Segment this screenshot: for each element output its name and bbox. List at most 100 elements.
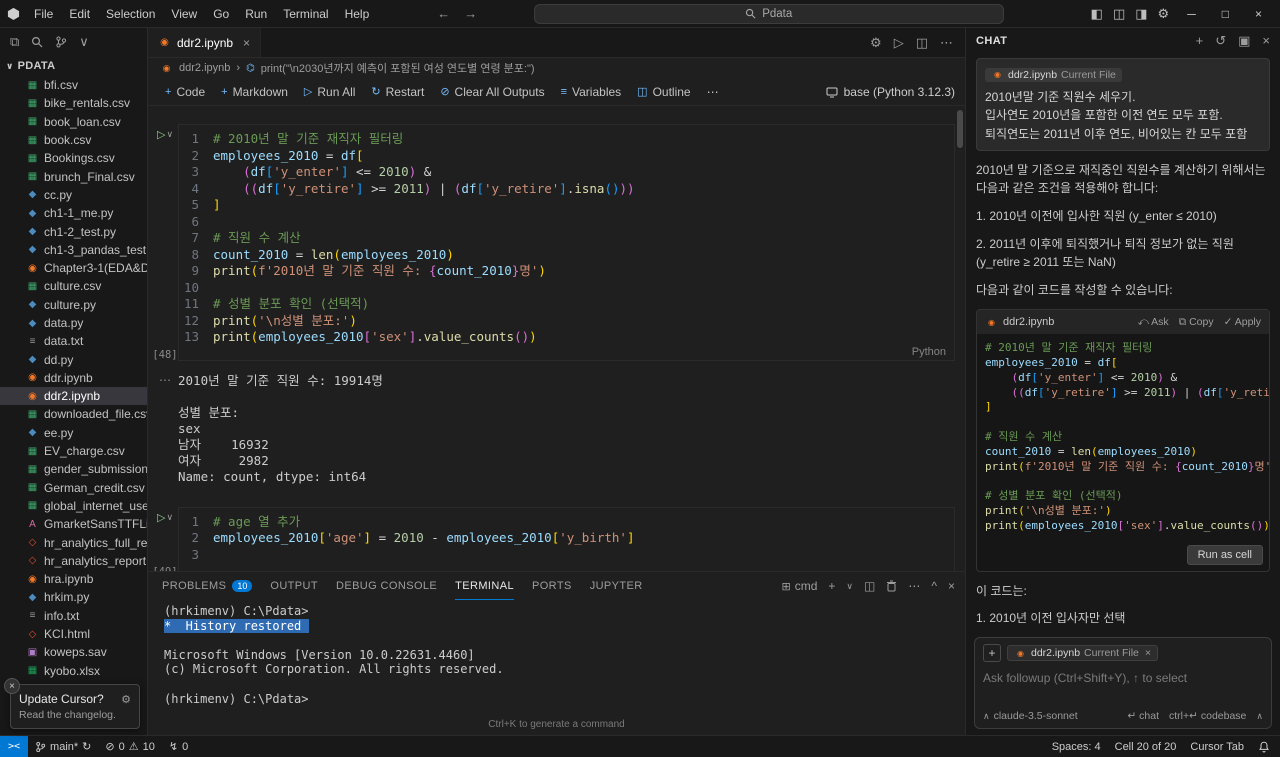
problems-item[interactable]: ⊘ 0 ⚠ 10 (98, 740, 161, 754)
code-block-filename[interactable]: ddr2.ipynb (1003, 316, 1054, 328)
code-line[interactable]: # 성별 분포 확인 (선택적) (985, 489, 1261, 504)
code-line[interactable] (985, 474, 1261, 489)
menu-help[interactable]: Help (337, 3, 378, 25)
file-item-book-csv[interactable]: ▦ book.csv (0, 131, 147, 149)
variables-button[interactable]: ≡ Variables (554, 82, 629, 102)
file-item-ddr-ipynb[interactable]: ◉ ddr.ipynb (0, 369, 147, 387)
notification-close-icon[interactable]: × (4, 678, 20, 694)
panel-tab-terminal[interactable]: TERMINAL (455, 572, 514, 600)
status-cursor-tab[interactable]: Cursor Tab (1183, 741, 1251, 753)
window-minimize-button[interactable]: ─ (1179, 7, 1204, 21)
file-item-hra-ipynb[interactable]: ◉ hra.ipynb (0, 570, 147, 588)
new-chat-icon[interactable]: + (1196, 33, 1204, 49)
code-line[interactable]: 6 (179, 214, 954, 231)
panel-tab-debug-console[interactable]: DEBUG CONSOLE (336, 572, 437, 600)
file-item-data-py[interactable]: ◆ data.py (0, 314, 147, 332)
panel-close-icon[interactable]: × (948, 579, 955, 593)
code-line[interactable]: ((df['y_retire'] >= 2011) | (df['y_retir… (985, 386, 1270, 401)
code-line[interactable]: 12 print('\n성별 분포:') (179, 313, 954, 330)
code-line[interactable]: 2 employees_2010 = df[ (179, 148, 954, 165)
code-line[interactable]: 3 (df['y_enter'] <= 2010) & (179, 164, 954, 181)
file-item-gmarketsansttflight-[interactable]: A GmarketSansTTFLight... (0, 515, 147, 533)
file-item-book-loan-csv[interactable]: ▦ book_loan.csv (0, 113, 147, 131)
code-line[interactable]: 13 print(employees_2010['sex'].value_coun… (179, 329, 954, 346)
chat-close-icon[interactable]: × (1262, 33, 1270, 49)
editor-scrollbar[interactable] (957, 110, 963, 148)
tab-ddr2-ipynb[interactable]: ◉ ddr2.ipynb × (148, 28, 262, 57)
code-line[interactable]: print(f'2010년 말 기준 직원 수: {count_2010}명') (985, 460, 1269, 475)
panel-more-icon[interactable]: ⋯ (908, 579, 920, 593)
file-item-cc-py[interactable]: ◆ cc.py (0, 186, 147, 204)
code-line[interactable]: (df['y_enter'] <= 2010) & (985, 371, 1261, 386)
code-line[interactable]: # 직원 수 계산 (985, 430, 1261, 445)
panel-tab-ports[interactable]: PORTS (532, 572, 572, 600)
file-item-data-txt[interactable]: ≡ data.txt (0, 332, 147, 350)
command-search-box[interactable]: Pdata (533, 3, 1004, 24)
file-item-culture-csv[interactable]: ▦ culture.csv (0, 277, 147, 295)
source-control-icon[interactable] (55, 36, 67, 48)
file-item-hrkim-py[interactable]: ◆ hrkim.py (0, 588, 147, 606)
notebook-settings-icon[interactable]: ⚙ (870, 35, 882, 51)
code-line[interactable]: 5] (179, 197, 954, 214)
terminal-output[interactable]: (hrkimenv) C:\Pdata> * History restored M… (148, 600, 965, 719)
input-context-chip[interactable]: ◉ ddr2.ipynb Current File × (1007, 645, 1159, 661)
code-line[interactable]: # 2010년 말 기준 재직자 필터링 (985, 341, 1261, 356)
add-markdown-cell-button[interactable]: + Markdown (214, 82, 295, 102)
chat-scroll-area[interactable]: ◉ ddr2.ipynb Current File 2010년말 기준 직원수 … (966, 54, 1280, 631)
chat-submit-hint[interactable]: ↵ chat (1127, 710, 1159, 722)
expand-icon[interactable]: ∧ (1256, 711, 1263, 722)
menu-selection[interactable]: Selection (98, 3, 163, 25)
file-item-ee-py[interactable]: ◆ ee.py (0, 424, 147, 442)
kill-terminal-icon[interactable] (886, 580, 897, 592)
code-line[interactable] (985, 415, 1261, 430)
apply-button[interactable]: ✓ Apply (1224, 316, 1261, 329)
file-item-ch1-3-pandas-test-py[interactable]: ◆ ch1-3_pandas_test.py (0, 241, 147, 259)
run-cell-button[interactable]: ▷ ∨ (157, 511, 173, 524)
file-item-info-txt[interactable]: ≡ info.txt (0, 607, 147, 625)
code-cell-1[interactable]: ▷ ∨ [48] 1 # 2010년 말 기준 재직자 필터링 2 employees_… (152, 124, 955, 361)
context-chip[interactable]: ◉ ddr2.ipynb Current File (985, 67, 1122, 82)
file-item-global-internet-users-[interactable]: ▦ global_internet_users... (0, 497, 147, 515)
chat-input-placeholder[interactable]: Ask followup (Ctrl+Shift+Y), ↑ to select (983, 671, 1263, 710)
settings-gear-icon[interactable]: ⚙ (1158, 6, 1170, 22)
output-collapse-icon[interactable]: ⋯ (152, 373, 178, 485)
file-item-german-credit-csv[interactable]: ▦ German_credit.csv (0, 479, 147, 497)
notification-gear-icon[interactable]: ⚙ (121, 693, 131, 706)
file-item-ch1-2-test-py[interactable]: ◆ ch1-2_test.py (0, 222, 147, 240)
model-selector[interactable]: ∧ claude-3.5-sonnet (983, 710, 1078, 722)
code-line[interactable]: 8 count_2010 = len(employees_2010) (179, 247, 954, 264)
code-line[interactable]: 7 # 직원 수 계산 (179, 230, 954, 247)
file-item-ev-charge-csv[interactable]: ▦ EV_charge.csv (0, 442, 147, 460)
clear-all-outputs-button[interactable]: ⊘ Clear All Outputs (433, 82, 551, 102)
search-sidebar-icon[interactable] (31, 36, 43, 48)
outline-button[interactable]: ◫ Outline (630, 82, 697, 102)
add-code-cell-button[interactable]: + Code (158, 82, 212, 102)
chat-popout-icon[interactable]: ▣ (1238, 33, 1250, 49)
breadcrumb-file[interactable]: ddr2.ipynb (179, 62, 230, 74)
toggle-primary-sidebar-icon[interactable]: ◧ (1091, 6, 1103, 22)
nav-forward-icon[interactable]: → (464, 6, 477, 21)
menu-edit[interactable]: Edit (61, 3, 98, 25)
panel-tab-jupyter[interactable]: JUPYTER (590, 572, 643, 600)
code-line[interactable]: 11 # 성별 분포 확인 (선택적) (179, 296, 954, 313)
window-close-button[interactable]: × (1247, 7, 1270, 21)
split-terminal-icon[interactable]: ◫ (864, 579, 875, 593)
terminal-shell-label[interactable]: ⊞ cmd (782, 579, 818, 593)
code-line[interactable]: 1 # age 열 추가 (179, 514, 954, 531)
file-item-kci-html[interactable]: ◇ KCI.html (0, 625, 147, 643)
code-line[interactable]: 10 (179, 280, 954, 297)
run-as-cell-button[interactable]: Run as cell (1186, 544, 1263, 565)
file-item-chapter3-1-eda-des-[interactable]: ◉ Chapter3-1(EDA&Des... (0, 259, 147, 277)
terminal-dropdown-icon[interactable]: ∨ (846, 581, 853, 592)
file-item-brunch-final-csv[interactable]: ▦ brunch_Final.csv (0, 167, 147, 185)
git-branch-item[interactable]: main* ↻ (28, 740, 98, 753)
status-cell-20-of-20[interactable]: Cell 20 of 20 (1108, 741, 1184, 753)
new-terminal-icon[interactable]: + (828, 579, 835, 593)
run-editor-icon[interactable]: ▷ (894, 35, 904, 51)
remove-context-icon[interactable]: × (1145, 647, 1151, 659)
update-notification[interactable]: × Update Cursor? ⚙ Read the changelog. (4, 678, 140, 729)
menu-go[interactable]: Go (205, 3, 237, 25)
code-line[interactable]: 9 print(f'2010년 말 기준 직원 수: {count_2010}명'… (179, 263, 954, 280)
file-item-hr-analytics-full-repor-[interactable]: ◇ hr_analytics_full_repor... (0, 533, 147, 551)
chat-history-icon[interactable]: ↺ (1215, 33, 1226, 49)
